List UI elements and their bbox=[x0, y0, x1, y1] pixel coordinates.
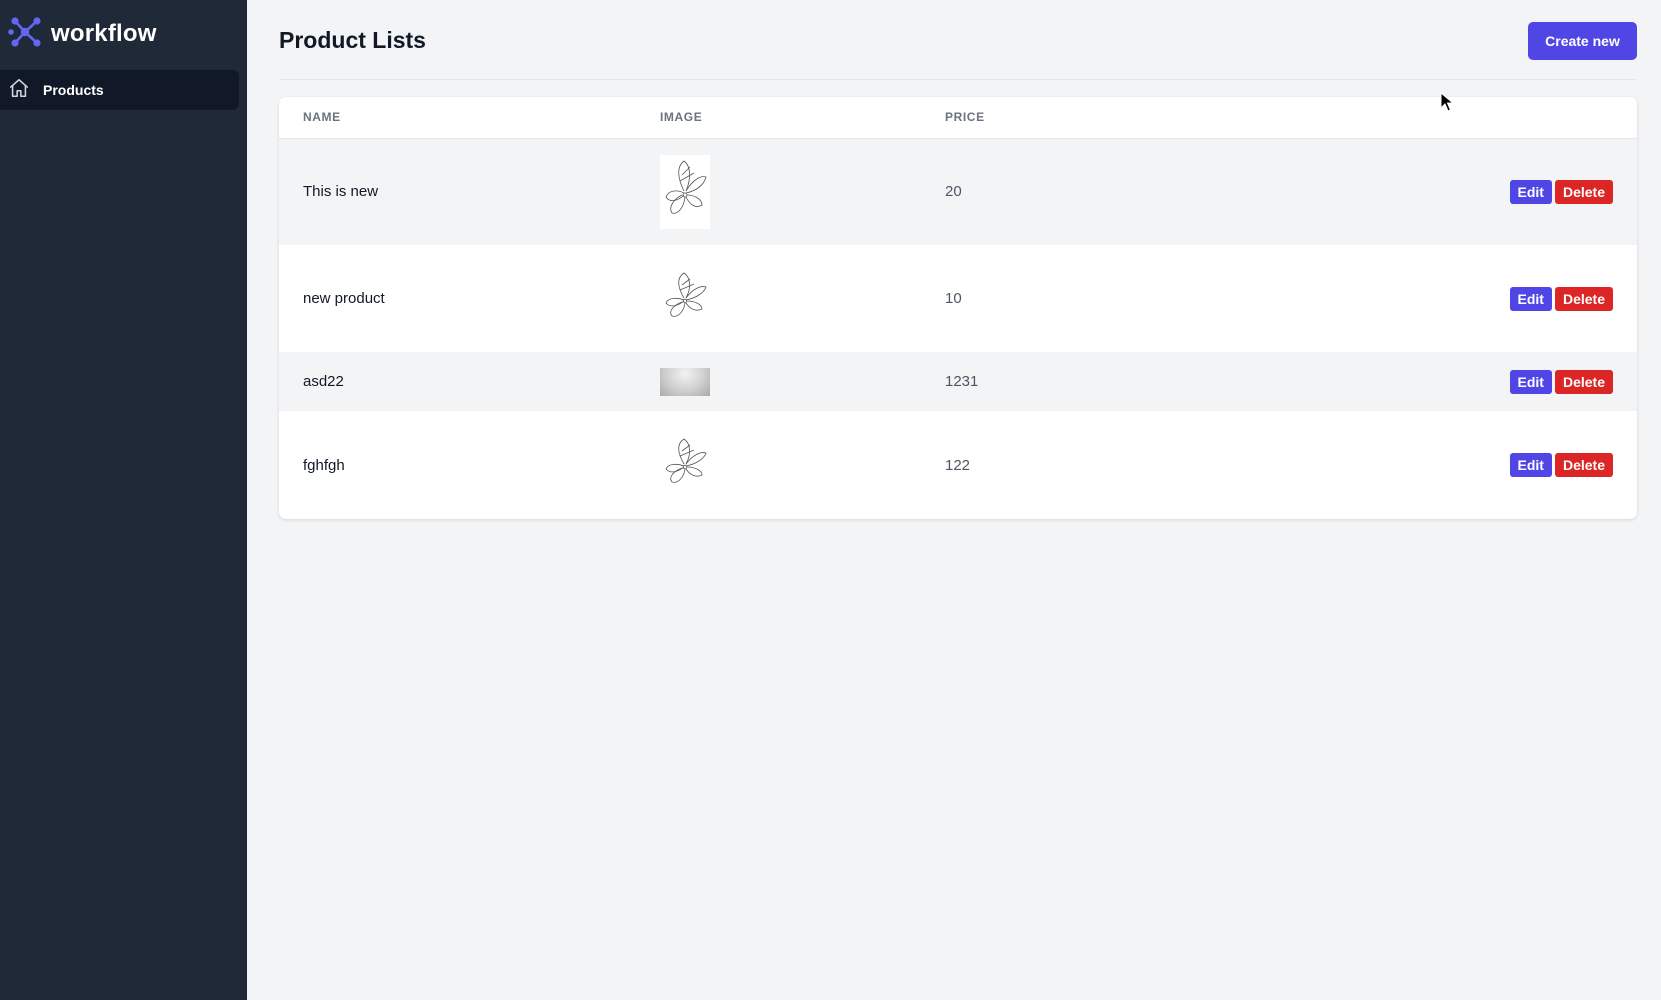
product-name: asd22 bbox=[303, 373, 344, 390]
sidebar-item-products[interactable]: Products bbox=[0, 70, 239, 110]
table-row: new product 10 Edit Delete bbox=[279, 245, 1637, 352]
workflow-logo-icon bbox=[8, 14, 44, 55]
edit-button[interactable]: Edit bbox=[1509, 369, 1552, 394]
column-header-image: IMAGE bbox=[660, 110, 703, 125]
product-image-thumbnail[interactable] bbox=[660, 154, 710, 229]
product-name: new product bbox=[303, 290, 385, 307]
product-image-thumbnail[interactable] bbox=[660, 436, 710, 494]
product-name: This is new bbox=[303, 183, 379, 201]
sidebar-item-label: Products bbox=[43, 82, 104, 98]
column-header-price: PRICE bbox=[945, 110, 985, 125]
delete-button[interactable]: Delete bbox=[1554, 179, 1613, 204]
header-divider bbox=[279, 79, 1637, 80]
product-name: fghfgh bbox=[303, 456, 345, 474]
brand-name: workflow bbox=[51, 20, 157, 47]
sidebar: workflow Products bbox=[0, 0, 247, 1000]
products-table-card: NAME IMAGE PRICE This is new 20 Edit Del… bbox=[279, 97, 1637, 519]
butterfly-sketch-icon bbox=[660, 436, 710, 494]
page-title: Product Lists bbox=[279, 27, 426, 53]
brand[interactable]: workflow bbox=[8, 16, 157, 52]
edit-button[interactable]: Edit bbox=[1509, 179, 1552, 204]
product-price: 1231 bbox=[945, 373, 979, 390]
home-icon bbox=[8, 77, 30, 104]
product-image-thumbnail[interactable] bbox=[660, 269, 710, 328]
product-price: 122 bbox=[945, 456, 971, 474]
table-row: asd22 1231 Edit Delete bbox=[279, 352, 1637, 411]
mouse-cursor-icon bbox=[1440, 92, 1454, 112]
butterfly-sketch-icon bbox=[660, 269, 710, 328]
delete-button[interactable]: Delete bbox=[1554, 369, 1613, 394]
column-header-actions bbox=[1345, 97, 1637, 138]
delete-button[interactable]: Delete bbox=[1554, 286, 1613, 311]
column-header-name: NAME bbox=[303, 110, 341, 125]
table-row: This is new 20 Edit Delete bbox=[279, 138, 1637, 245]
butterfly-sketch-icon bbox=[660, 154, 710, 229]
create-new-button[interactable]: Create new bbox=[1528, 22, 1637, 60]
product-price: 10 bbox=[945, 290, 962, 307]
table-header-row: NAME IMAGE PRICE bbox=[279, 97, 1637, 138]
delete-button[interactable]: Delete bbox=[1554, 453, 1613, 477]
product-image-thumbnail[interactable] bbox=[660, 367, 710, 396]
products-table: NAME IMAGE PRICE This is new 20 Edit Del… bbox=[279, 97, 1637, 519]
edit-button[interactable]: Edit bbox=[1509, 453, 1552, 477]
edit-button[interactable]: Edit bbox=[1509, 286, 1552, 311]
table-row: fghfgh 122 Edit Delete bbox=[279, 411, 1637, 519]
product-price: 20 bbox=[945, 183, 962, 201]
